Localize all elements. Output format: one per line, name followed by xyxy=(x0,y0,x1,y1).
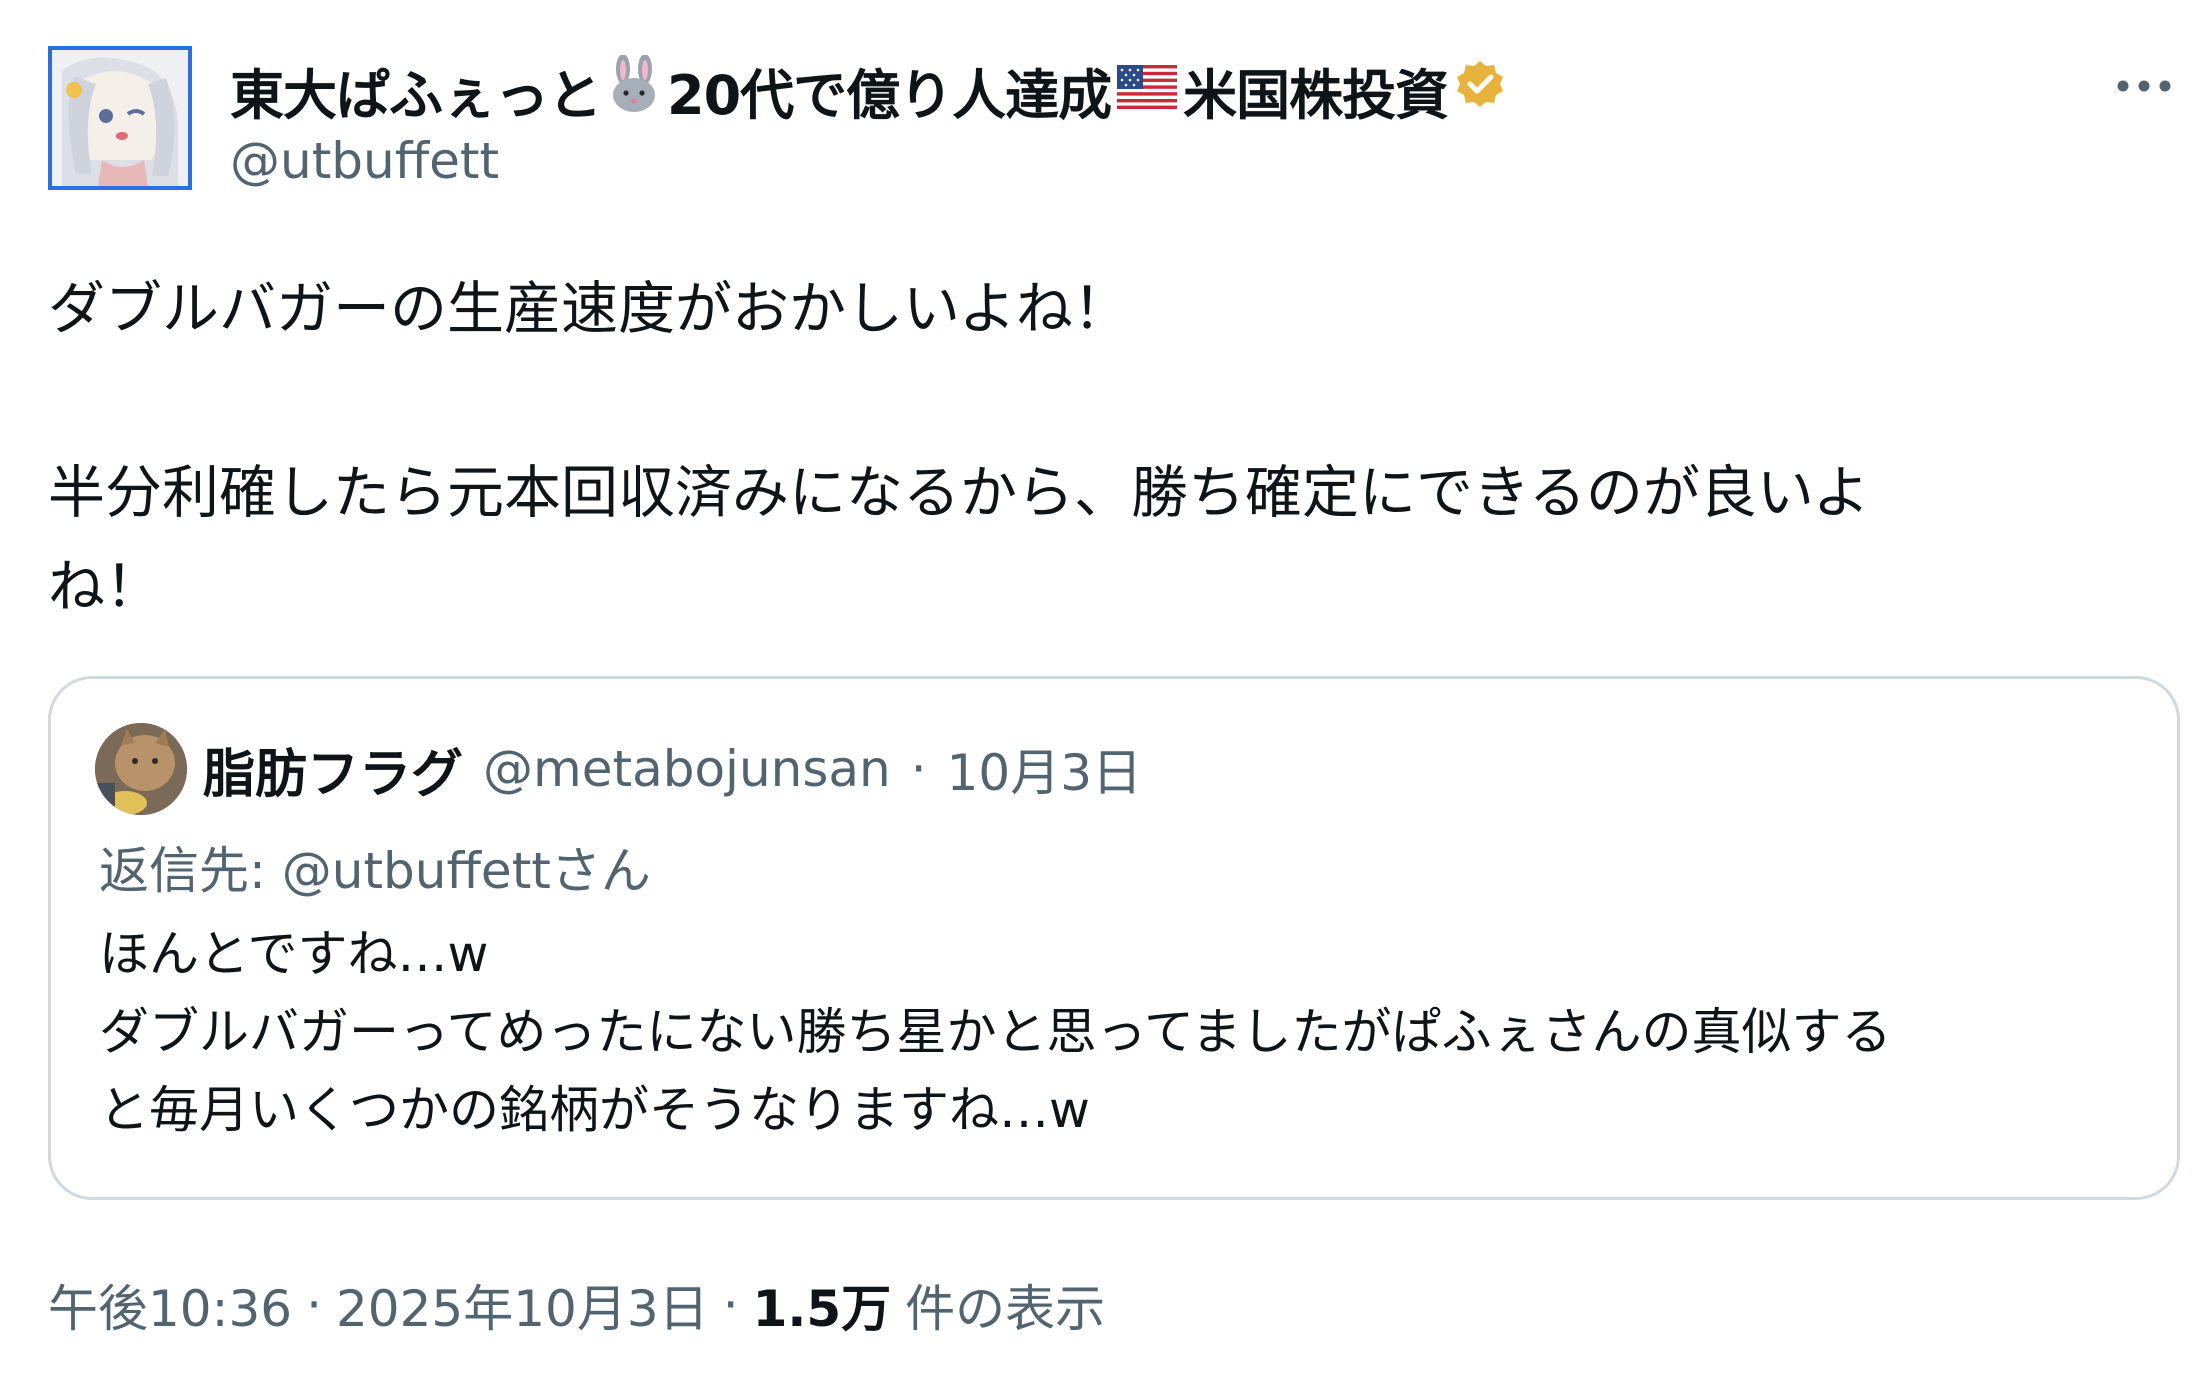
author-name-part-3: 米国株投資 xyxy=(1183,63,1449,127)
tweet-date[interactable]: 2025年10月3日 xyxy=(336,1269,709,1341)
quoted-author-handle[interactable]: @metabojunsan xyxy=(483,740,891,798)
views-label: 件の表示 xyxy=(905,1280,1106,1338)
tweet-time[interactable]: 午後10:36 xyxy=(48,1269,292,1341)
meta-separator: · xyxy=(722,1276,739,1334)
cat-avatar-illustration xyxy=(95,723,187,815)
reply-prefix: 返信先: xyxy=(99,842,266,900)
tweet-text-line: ね！ xyxy=(48,554,162,620)
quoted-text-line: と毎月いくつかの銘柄がそうなりますね…w xyxy=(99,1081,1090,1139)
avatar-illustration xyxy=(52,50,188,186)
author-avatar[interactable] xyxy=(48,46,192,190)
quoted-text-line: ほんとですね…w xyxy=(99,925,489,983)
quoted-tweet-card[interactable]: 脂肪フラグ @metabojunsan · 10月3日 返信先: @utbuff… xyxy=(48,676,2180,1200)
quoted-author-avatar[interactable] xyxy=(95,723,187,815)
quoted-reply-context: 返信先: @utbuffettさん xyxy=(99,831,651,903)
more-options-button[interactable] xyxy=(2112,62,2176,110)
tweet: 東大ぱふぇっと 20代で億り人達成 米国株投資 @utbuffett ダブルバガ… xyxy=(0,0,2206,1385)
us-flag-icon xyxy=(1117,59,1178,122)
meta-separator: · xyxy=(306,1276,322,1334)
tweet-meta: 午後10:36 · 2025年10月3日 · 1.5万 件の表示 xyxy=(48,1270,1105,1340)
quoted-tweet-text: ほんとですね…w ダブルバガーってめったにない勝ち星かと思ってましたがぱふぇさん… xyxy=(99,915,1892,1149)
author-name-part-2: 20代で億り人達成 xyxy=(667,63,1112,127)
rabbit-emoji-icon xyxy=(607,53,661,126)
reply-mention[interactable]: @utbuffettさん xyxy=(282,842,651,900)
quoted-header: 脂肪フラグ @metabojunsan · 10月3日 xyxy=(203,729,1142,809)
more-horizontal-icon xyxy=(2117,80,2171,92)
tweet-text-line: ダブルバガーの生産速度がおかしいよね！ xyxy=(48,276,1130,342)
quoted-author-name[interactable]: 脂肪フラグ xyxy=(203,732,463,807)
author-name-part-1: 東大ぱふぇっと xyxy=(230,63,602,127)
quoted-text-line: ダブルバガーってめったにない勝ち星かと思ってましたがぱふぇさんの真似する xyxy=(99,1003,1892,1061)
author-display-name[interactable]: 東大ぱふぇっと 20代で億り人達成 米国株投資 xyxy=(230,52,1506,128)
views-count[interactable]: 1.5万 xyxy=(753,1269,892,1341)
verified-badge-icon[interactable] xyxy=(1454,58,1506,123)
tweet-text: ダブルバガーの生産速度がおかしいよね！ 半分利確したら元本回収済みになるから、勝… xyxy=(48,262,2128,634)
quoted-separator: · xyxy=(910,740,927,798)
quoted-date[interactable]: 10月3日 xyxy=(947,733,1142,805)
author-handle[interactable]: @utbuffett xyxy=(230,132,499,190)
tweet-text-line: 半分利確したら元本回収済みになるから、勝ち確定にできるのが良いよ xyxy=(48,460,1870,526)
